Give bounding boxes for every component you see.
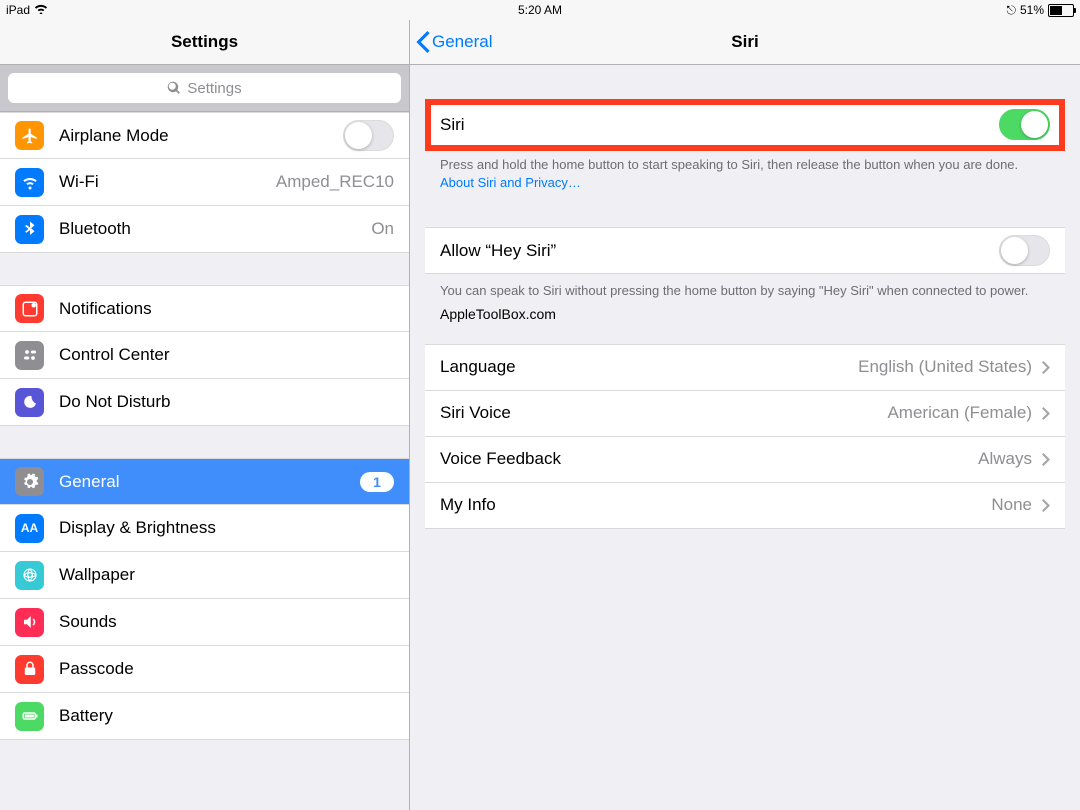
left-title: Settings xyxy=(0,20,409,65)
sidebar-item-display-brightness[interactable]: AA Display & Brightness xyxy=(0,505,409,552)
dnd-icon xyxy=(15,388,44,417)
option-label: Voice Feedback xyxy=(440,449,561,469)
option-value: None xyxy=(991,495,1032,515)
device-label: iPad xyxy=(6,3,30,17)
sidebar-item-bluetooth[interactable]: Bluetooth On xyxy=(0,206,409,253)
passcode-icon xyxy=(15,655,44,684)
siri-toggle[interactable] xyxy=(999,109,1050,140)
wifi-icon xyxy=(34,3,48,17)
sidebar-item-label: Wallpaper xyxy=(59,565,394,585)
sidebar-item-label: Sounds xyxy=(59,612,394,632)
sidebar-item-control-center[interactable]: Control Center xyxy=(0,332,409,379)
sidebar-item-sounds[interactable]: Sounds xyxy=(0,599,409,646)
control-icon xyxy=(15,341,44,370)
search-placeholder: Settings xyxy=(187,80,241,97)
bluetooth-icon xyxy=(15,215,44,244)
hey-siri-row[interactable]: Allow “Hey Siri” xyxy=(425,227,1065,274)
sidebar-item-do-not-disturb[interactable]: Do Not Disturb xyxy=(0,379,409,426)
sidebar-item-label: Display & Brightness xyxy=(59,518,394,538)
hey-siri-label: Allow “Hey Siri” xyxy=(440,241,556,261)
badge: 1 xyxy=(360,472,394,492)
sidebar-item-value: On xyxy=(371,219,394,239)
option-language[interactable]: Language English (United States) xyxy=(425,344,1065,391)
chevron-right-icon xyxy=(1042,407,1050,420)
sidebar-item-battery[interactable]: Battery xyxy=(0,693,409,740)
sidebar-item-wi-fi[interactable]: Wi-Fi Amped_REC10 xyxy=(0,159,409,206)
watermark: AppleToolBox.com xyxy=(410,306,1080,322)
chevron-right-icon xyxy=(1042,361,1050,374)
clock: 5:20 AM xyxy=(518,3,562,17)
option-siri-voice[interactable]: Siri Voice American (Female) xyxy=(425,391,1065,437)
bluetooth-icon: ⎋ xyxy=(1006,3,1016,18)
sidebar-item-airplane-mode[interactable]: Airplane Mode xyxy=(0,112,409,159)
battery-percent: 51% xyxy=(1020,3,1044,17)
display-icon: AA xyxy=(15,514,44,543)
page-title: Siri xyxy=(731,32,758,52)
siri-privacy-link[interactable]: About Siri and Privacy… xyxy=(440,175,581,190)
notifications-icon xyxy=(15,294,44,323)
option-value: English (United States) xyxy=(858,357,1032,377)
back-label: General xyxy=(432,32,492,52)
option-my-info[interactable]: My Info None xyxy=(425,483,1065,529)
sidebar-item-label: Notifications xyxy=(59,299,394,319)
sidebar-item-label: Control Center xyxy=(59,345,394,365)
siri-footer: Press and hold the home button to start … xyxy=(410,148,1080,191)
option-label: Language xyxy=(440,357,516,377)
sidebar-item-passcode[interactable]: Passcode xyxy=(0,646,409,693)
airplane-icon xyxy=(15,121,44,150)
option-voice-feedback[interactable]: Voice Feedback Always xyxy=(425,437,1065,483)
sidebar-item-notifications[interactable]: Notifications xyxy=(0,285,409,332)
sidebar-item-value: Amped_REC10 xyxy=(276,172,394,192)
sidebar-item-label: Battery xyxy=(59,706,394,726)
wifi-icon xyxy=(15,168,44,197)
battery-icon xyxy=(15,702,44,731)
sidebar-item-label: Airplane Mode xyxy=(59,126,328,146)
status-bar: iPad 5:20 AM ⎋ 51% xyxy=(0,0,1080,20)
hey-siri-toggle[interactable] xyxy=(999,235,1050,266)
sidebar-item-wallpaper[interactable]: Wallpaper xyxy=(0,552,409,599)
sidebar-item-label: Do Not Disturb xyxy=(59,392,394,412)
option-value: Always xyxy=(978,449,1032,469)
airplane-toggle[interactable] xyxy=(343,120,394,151)
option-value: American (Female) xyxy=(887,403,1032,423)
battery-icon xyxy=(1048,4,1074,17)
sidebar-item-label: General xyxy=(59,472,345,492)
hey-siri-footer: You can speak to Siri without pressing t… xyxy=(410,274,1080,300)
chevron-right-icon xyxy=(1042,453,1050,466)
search-icon xyxy=(167,81,181,95)
sidebar-item-label: Bluetooth xyxy=(59,219,356,239)
sidebar-item-label: Passcode xyxy=(59,659,394,679)
search-input[interactable]: Settings xyxy=(8,73,401,103)
option-label: My Info xyxy=(440,495,496,515)
chevron-left-icon xyxy=(416,31,430,53)
chevron-right-icon xyxy=(1042,499,1050,512)
general-icon xyxy=(15,467,44,496)
sounds-icon xyxy=(15,608,44,637)
sidebar-item-general[interactable]: General 1 xyxy=(0,458,409,505)
siri-toggle-label: Siri xyxy=(440,115,465,135)
option-label: Siri Voice xyxy=(440,403,511,423)
back-button[interactable]: General xyxy=(410,31,492,53)
siri-toggle-row[interactable]: Siri xyxy=(425,101,1065,148)
wallpaper-icon xyxy=(15,561,44,590)
sidebar-item-label: Wi-Fi xyxy=(59,172,261,192)
